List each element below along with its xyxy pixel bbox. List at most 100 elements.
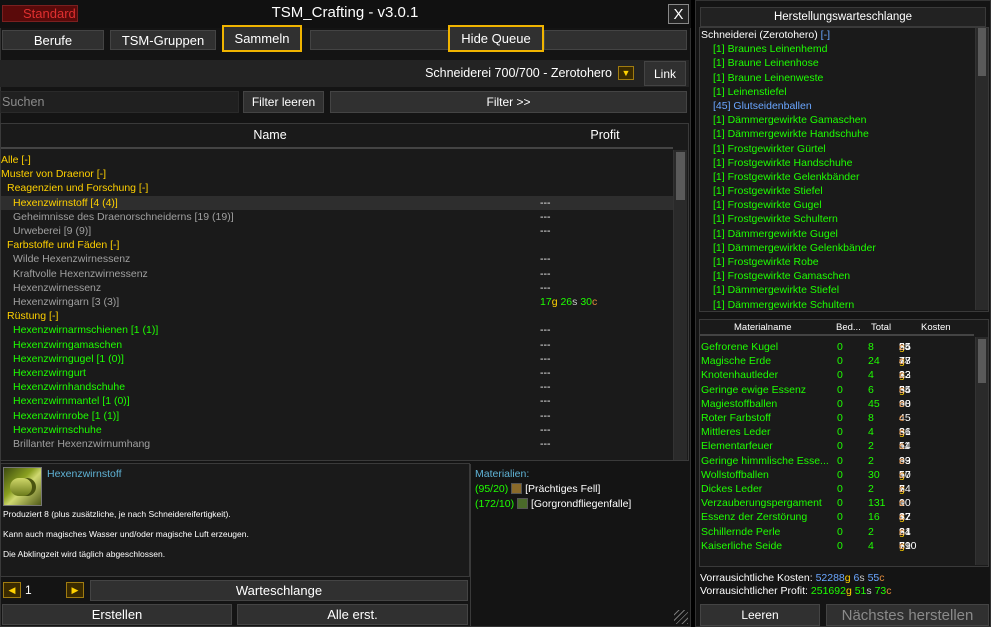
recipe-scrollbar-thumb[interactable] — [676, 152, 685, 200]
recipe-row[interactable]: Kraftvolle Hexenzwirnessenz --- — [1, 267, 673, 281]
material-row[interactable]: Geringe ewige Essenz 0 6 3 g 35 s 54 c — [701, 383, 974, 397]
tab-berufe[interactable]: Berufe — [2, 30, 104, 50]
recipe-row[interactable]: Hexenzwirngugel [1 (0)] --- — [1, 352, 673, 366]
mat-header-cost[interactable]: Kosten — [921, 322, 951, 333]
queue-item[interactable]: [45] Glutseidenballen — [701, 99, 973, 113]
material-row[interactable]: Geringe himmlische Esse... 0 2 63 s 99 c — [701, 454, 974, 468]
queue-item[interactable]: [1] Frostgewirkte Gamaschen — [701, 269, 973, 283]
queue-item[interactable]: [1] Dämmergewirkte Stiefel — [701, 283, 973, 297]
clear-filter-button[interactable]: Filter leeren — [243, 91, 324, 113]
recipe-row[interactable]: Rüstung [-] — [1, 309, 673, 323]
material-count: (95/20) — [475, 483, 509, 495]
queue-item[interactable]: [1] Frostgewirkte Gelenkbänder — [701, 170, 973, 184]
recipe-row[interactable]: Hexenzwirngarn [3 (3)] 17g 26s 30c — [1, 295, 673, 309]
fur-icon — [511, 483, 523, 494]
column-header-profit[interactable]: Profit — [540, 128, 670, 142]
queue-item[interactable]: [1] Dämmergewirkte Gelenkbänder — [701, 241, 973, 255]
recipe-row[interactable]: Brillanter Hexenzwirnumhang --- — [1, 437, 673, 451]
recipe-row[interactable]: Urweberei [9 (9)] --- — [1, 224, 673, 238]
material-row[interactable]: Essenz der Zerstörung 0 16 1 g 82 s 47 c — [701, 510, 974, 524]
create-all-button[interactable]: Alle erst. — [237, 604, 468, 625]
material-row[interactable]: Knotenhautleder 0 4 2 g 32 s 13 c — [701, 368, 974, 382]
queue-item[interactable]: [1] Dämmergewirkte Gugel — [701, 227, 973, 241]
queue-item[interactable]: [1] Braunes Leinenhemd — [701, 42, 973, 56]
material-row[interactable]: Elementarfeuer 0 2 11 s 54 c — [701, 439, 974, 453]
queue-scrollbar[interactable] — [975, 28, 988, 310]
clear-queue-button[interactable]: Leeren — [700, 604, 820, 626]
material-row[interactable]: Dickes Leder 0 2 2 g 7s 64 c — [701, 482, 974, 496]
quantity-input[interactable]: 1 — [23, 582, 63, 598]
resize-grip-icon[interactable] — [674, 610, 688, 624]
material-row[interactable]: Magische Erde 0 24 7 g 47 s 78 c — [701, 354, 974, 368]
spacer-tab — [310, 30, 448, 50]
materials-scrollbar-thumb[interactable] — [978, 339, 986, 383]
recipe-row[interactable]: Hexenzwirnhandschuhe --- — [1, 380, 673, 394]
material-row[interactable]: Wollstoffballen 0 30 1 g 57 s 50 c — [701, 468, 974, 482]
tab-tsm-groups[interactable]: TSM-Gruppen — [110, 30, 216, 50]
material-row[interactable]: Roter Farbstoff 0 8 45 c — [701, 411, 974, 425]
queue-item[interactable]: [1] Dämmergewirkte Handschuhe — [701, 127, 973, 141]
queue-item[interactable]: [1] Braune Leinenweste — [701, 71, 973, 85]
search-input[interactable]: Suchen — [0, 91, 239, 113]
queue-item[interactable]: [1] Leinenstiefel — [701, 85, 973, 99]
queue-item[interactable]: [1] Frostgewirkte Handschuhe — [701, 156, 973, 170]
hide-queue-button[interactable]: Hide Queue — [448, 25, 544, 52]
recipe-row[interactable]: Hexenzwirnstoff [4 (4)] --- — [1, 195, 673, 210]
mat-header-name[interactable]: Materialname — [734, 322, 792, 333]
queue-item[interactable]: [1] Dämmergewirkte Gamaschen — [701, 113, 973, 127]
queue-item[interactable]: [1] Braune Leinenhose — [701, 56, 973, 70]
create-button[interactable]: Erstellen — [2, 604, 232, 625]
gold-unit: g — [844, 572, 851, 584]
queue-button[interactable]: Warteschlange — [90, 580, 468, 601]
materials-scrollbar[interactable] — [975, 337, 988, 565]
recipe-row[interactable]: Reagenzien und Forschung [-] — [1, 181, 673, 195]
recipe-scrollbar[interactable] — [673, 150, 687, 460]
recipe-row[interactable]: Wilde Hexenzwirnessenz --- — [1, 252, 673, 266]
queue-item[interactable]: [1] Frostgewirkter Gürtel — [701, 142, 973, 156]
queue-header[interactable]: Schneiderei (Zerotohero) [-] — [701, 28, 973, 42]
craft-next-button[interactable]: Nächstes herstellen — [826, 604, 989, 626]
material-row[interactable]: Magiestoffballen 0 45 98 s 60 c — [701, 397, 974, 411]
decrease-button[interactable]: ◀ — [3, 582, 21, 598]
queue-item[interactable]: [1] Frostgewirkte Robe — [701, 255, 973, 269]
standard-badge[interactable]: Standard — [2, 5, 78, 22]
material-row[interactable]: Verzauberungspergament 0 131 10 s 0c — [701, 496, 974, 510]
material-row[interactable]: Schillernde Perle 0 2 2 g 84 s 61 c — [701, 525, 974, 539]
recipe-row[interactable]: Alle [-] — [1, 153, 673, 167]
material-need: 0 — [837, 539, 843, 552]
column-header-name[interactable]: Name — [0, 128, 540, 142]
recipe-row[interactable]: Hexenzwirngamaschen --- — [1, 338, 673, 352]
material-line[interactable]: (172/10) [Gorgrondfliegenfalle] — [475, 498, 631, 510]
queue-item[interactable]: [1] Frostgewirkte Gugel — [701, 198, 973, 212]
recipe-row[interactable]: Hexenzwirnschuhe --- — [1, 423, 673, 437]
recipe-row[interactable]: Hexenzwirnarmschienen [1 (1)] --- — [1, 323, 673, 337]
recipe-row[interactable]: Hexenzwirnessenz --- — [1, 281, 673, 295]
queue-scrollbar-thumb[interactable] — [978, 28, 986, 76]
increase-button[interactable]: ▶ — [66, 582, 84, 598]
material-line[interactable]: (95/20) [Prächtiges Fell] — [475, 483, 600, 495]
close-button[interactable]: X — [668, 4, 689, 24]
detail-item-name[interactable]: Hexenzwirnstoff — [47, 468, 122, 480]
filter-button[interactable]: Filter >> — [330, 91, 687, 113]
recipe-profit: --- — [540, 409, 551, 422]
queue-item[interactable]: [1] Frostgewirkte Stiefel — [701, 184, 973, 198]
profession-dropdown-button[interactable]: ▼ — [618, 66, 634, 80]
item-icon[interactable] — [3, 467, 42, 506]
material-row[interactable]: Mittleres Leder 0 4 3 g 36 s 81 c — [701, 425, 974, 439]
recipe-profit: --- — [540, 338, 551, 351]
link-button[interactable]: Link — [644, 61, 686, 86]
recipe-row[interactable]: Hexenzwirngurt --- — [1, 366, 673, 380]
material-row[interactable]: Gefrorene Kugel 0 8 55 g 25 s 84 c — [701, 340, 974, 354]
material-row[interactable]: Kaiserliche Seide 0 4 310 g 6s 79 c — [701, 539, 974, 553]
queue-header-toggle[interactable]: [-] — [821, 29, 830, 41]
queue-item[interactable]: [1] Frostgewirkte Schultern — [701, 212, 973, 226]
recipe-row[interactable]: Hexenzwirnrobe [1 (1)] --- — [1, 409, 673, 423]
mat-header-need[interactable]: Bed... — [836, 322, 861, 333]
recipe-row[interactable]: Hexenzwirnmantel [1 (0)] --- — [1, 394, 673, 408]
tab-sammeln[interactable]: Sammeln — [222, 25, 302, 52]
queue-item[interactable]: [1] Dämmergewirkte Schultern — [701, 298, 973, 310]
recipe-row[interactable]: Muster von Draenor [-] — [1, 167, 673, 181]
mat-header-total[interactable]: Total — [871, 322, 891, 333]
recipe-row[interactable]: Geheimnisse des Draenorschneiderns [19 (… — [1, 210, 673, 224]
recipe-row[interactable]: Farbstoffe und Fäden [-] — [1, 238, 673, 252]
